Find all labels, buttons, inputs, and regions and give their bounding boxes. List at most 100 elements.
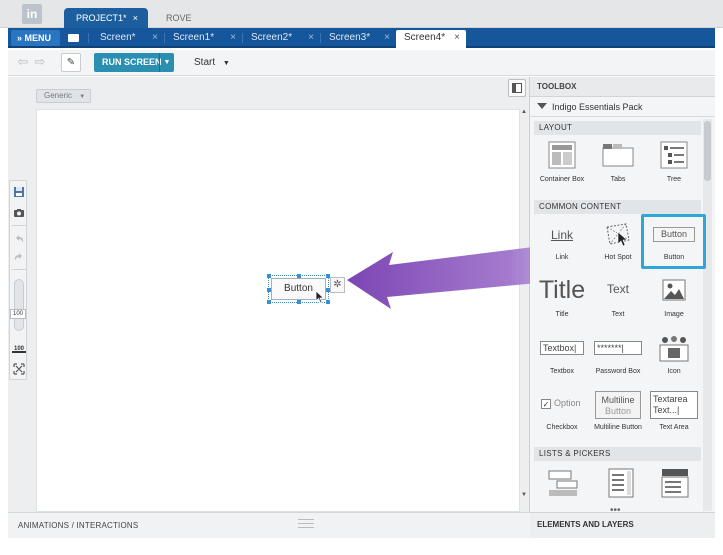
toolbox-item-checkbox[interactable]: ✓ Option Checkbox — [536, 390, 588, 446]
widget-settings-gear-icon[interactable]: ✲ — [330, 277, 345, 293]
camera-icon[interactable] — [13, 207, 25, 219]
screen-tab-label: Screen4* — [404, 32, 446, 43]
tabs-icon — [602, 144, 634, 167]
section-lists-pickers[interactable]: LISTS & PICKERS — [534, 447, 701, 461]
icon-set-icon — [659, 336, 689, 362]
screen-tab-screen[interactable]: Screen* × — [92, 30, 164, 46]
toolbox-item-label: Password Box — [595, 368, 641, 375]
toolbox-item-text-area[interactable]: Textarea Text...| Text Area — [648, 390, 700, 446]
resize-handle[interactable] — [267, 300, 271, 304]
container-box-icon — [548, 141, 576, 169]
list-box-icon[interactable] — [548, 468, 578, 498]
animations-bar[interactable]: ANIMATIONS / INTERACTIONS — [8, 512, 530, 538]
actual-size-button[interactable]: 100 — [12, 345, 26, 353]
scroll-thumb[interactable] — [704, 121, 711, 181]
toolbox-scrollbar[interactable] — [703, 119, 712, 511]
multiline-line-1: Multiline — [601, 395, 635, 405]
run-screen-button[interactable]: RUN SCREEN ▼ — [94, 53, 174, 72]
forward-arrow-icon[interactable]: ⇨ — [33, 55, 47, 69]
link-preview: Link — [550, 228, 573, 242]
screen-tab-label: Screen* — [100, 32, 136, 43]
zoom-slider[interactable] — [14, 279, 24, 331]
section-common-content[interactable]: COMMON CONTENT — [534, 200, 701, 214]
toolbox-panel: TOOLBOX Indigo Essentials Pack LAYOUT Co… — [530, 77, 715, 538]
toolbox-item-textbox[interactable]: Textbox| Textbox — [536, 335, 588, 391]
run-screen-label: RUN SCREEN — [102, 57, 162, 67]
toolbox-item-label: Multiline Button — [594, 424, 642, 431]
scroll-down-icon[interactable]: ▼ — [521, 492, 527, 498]
close-icon[interactable]: × — [384, 30, 390, 46]
toolbox-item-label: Hot Spot — [604, 254, 632, 261]
scroll-list-icon[interactable] — [608, 468, 634, 498]
title-strip: in PROJECT1* × ROVE — [0, 0, 723, 28]
divider — [12, 269, 26, 270]
toolbox-item-password-box[interactable]: *******| Password Box — [592, 335, 644, 391]
scroll-up-icon[interactable]: ▲ — [521, 109, 527, 115]
start-label: Start — [194, 57, 216, 68]
section-layout[interactable]: LAYOUT — [534, 121, 701, 135]
menu-button[interactable]: » MENU — [11, 30, 60, 46]
close-icon[interactable]: × — [152, 30, 158, 46]
chevron-down-icon: ▼ — [222, 60, 230, 67]
toolbox-item-tree[interactable]: Tree — [648, 141, 700, 197]
toolbox-item-icon[interactable]: Icon — [648, 335, 700, 391]
folder-icon — [68, 34, 79, 42]
close-icon[interactable]: × — [230, 30, 236, 46]
screen-tab-screen2[interactable]: Screen2* × — [243, 30, 320, 46]
multiline-button-preview: Multiline Button — [595, 391, 641, 419]
project-tab-project1[interactable]: PROJECT1* × — [64, 8, 148, 28]
folder-button[interactable] — [63, 30, 85, 46]
run-dropdown-chevron-icon[interactable]: ▼ — [159, 53, 174, 72]
toolbox-item-label: Icon — [667, 368, 681, 375]
toolbox-item-label: Image — [664, 311, 684, 318]
undo-icon[interactable] — [13, 233, 25, 245]
divider — [88, 33, 89, 43]
screen-tab-screen4[interactable]: Screen4* × — [396, 30, 466, 48]
divider — [12, 225, 26, 226]
toolbox-item-tabs[interactable]: Tabs — [592, 141, 644, 197]
pack-filter[interactable]: Indigo Essentials Pack — [530, 98, 715, 117]
text-preview: Text — [606, 282, 629, 296]
toolbox-item-image[interactable]: Image — [648, 276, 700, 332]
mouse-cursor-icon — [315, 290, 325, 304]
dropdown-list-icon[interactable] — [661, 468, 689, 498]
zoom-level[interactable]: 100 — [10, 309, 26, 319]
multiline-line-2: Button — [604, 406, 632, 416]
back-arrow-icon[interactable]: ⇦ — [16, 55, 30, 69]
edit-button[interactable]: ✎ — [61, 53, 81, 72]
title-preview: Title — [538, 276, 586, 304]
panel-icon — [512, 83, 522, 93]
toolbox-item-label: Link — [555, 254, 569, 261]
app-logo: in — [22, 4, 42, 24]
fit-to-screen-icon[interactable] — [13, 363, 25, 375]
toolbox-item-multiline-button[interactable]: Multiline Button Multiline Button — [592, 390, 644, 446]
elements-and-layers-header[interactable]: ELEMENTS AND LAYERS — [530, 512, 715, 538]
resize-handle[interactable] — [297, 300, 301, 304]
screen-tab-bar: » MENU Screen* × Screen1* × Screen2* × S… — [8, 28, 715, 48]
panel-toggle-button[interactable] — [508, 79, 526, 97]
resize-grip-icon[interactable] — [298, 519, 314, 531]
toolbox-item-label: Title — [555, 311, 569, 318]
toolbar: ⇦ ⇨ ✎ RUN SCREEN ▼ Start ▼ — [8, 50, 715, 76]
project-tab-rove[interactable]: ROVE — [150, 8, 210, 28]
toolbox-item-hot-spot[interactable]: Hot Spot — [592, 220, 644, 276]
screen-tab-screen1[interactable]: Screen1* × — [165, 30, 242, 46]
resize-handle[interactable] — [326, 300, 330, 304]
close-icon[interactable]: × — [454, 30, 460, 46]
toolbox-item-link[interactable]: Link Link — [536, 220, 588, 276]
chevron-down-icon: ▼ — [79, 94, 86, 100]
close-icon[interactable]: × — [133, 8, 138, 28]
toolbox-item-label: Checkbox — [546, 424, 578, 431]
device-select[interactable]: Generic ▼ — [36, 89, 91, 103]
save-icon[interactable] — [13, 186, 25, 198]
toolbox-item-container-box[interactable]: Container Box — [536, 141, 588, 197]
redo-icon[interactable] — [13, 251, 25, 263]
close-icon[interactable]: × — [308, 30, 314, 46]
screen-tab-screen3[interactable]: Screen3* × — [321, 30, 396, 46]
toolbox-item-title[interactable]: Title Title — [536, 276, 588, 332]
side-tool-palette: 100 100 — [9, 180, 27, 380]
toolbox-item-text[interactable]: Text Text — [592, 276, 644, 332]
textarea-line-2: Text...| — [653, 405, 680, 415]
textarea-line-1: Textarea — [653, 394, 688, 404]
start-dropdown[interactable]: Start ▼ — [194, 53, 230, 72]
